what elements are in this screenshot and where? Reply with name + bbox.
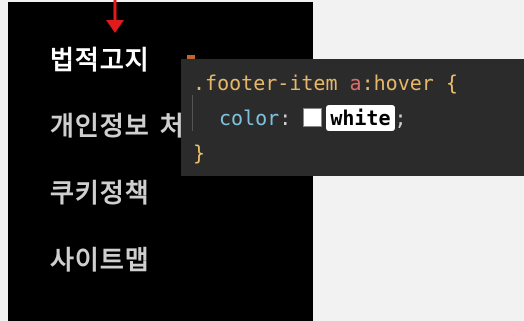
code-line-selector: .footer-item a:hover { [193,66,458,101]
code-colon: : [279,106,304,130]
code-selector-tag: a [349,71,362,95]
code-close-brace: } [193,141,206,165]
code-value[interactable]: white [326,105,395,131]
footer-link-cookie-policy[interactable]: 쿠키정책 [50,173,150,210]
color-swatch-icon[interactable] [303,108,323,127]
css-code-popup: .footer-item a:hover { color: white; } [181,59,524,176]
indent-guide [192,95,193,131]
code-selector-pseudo: :hover [361,71,434,95]
footer-link-legal-notice[interactable]: 법적고지 [50,40,150,77]
code-line-declaration: color: white; [219,101,407,136]
footer-link-privacy[interactable]: 개인정보 처 [50,106,185,143]
code-selector-class: .footer-item [193,71,350,95]
code-open-brace: { [433,71,458,95]
pointer-arrow-icon [106,0,124,33]
code-property: color [219,106,280,130]
footer-link-sitemap[interactable]: 사이트맵 [50,240,150,277]
code-line-close: } [193,136,205,171]
code-semicolon: ; [394,106,407,130]
